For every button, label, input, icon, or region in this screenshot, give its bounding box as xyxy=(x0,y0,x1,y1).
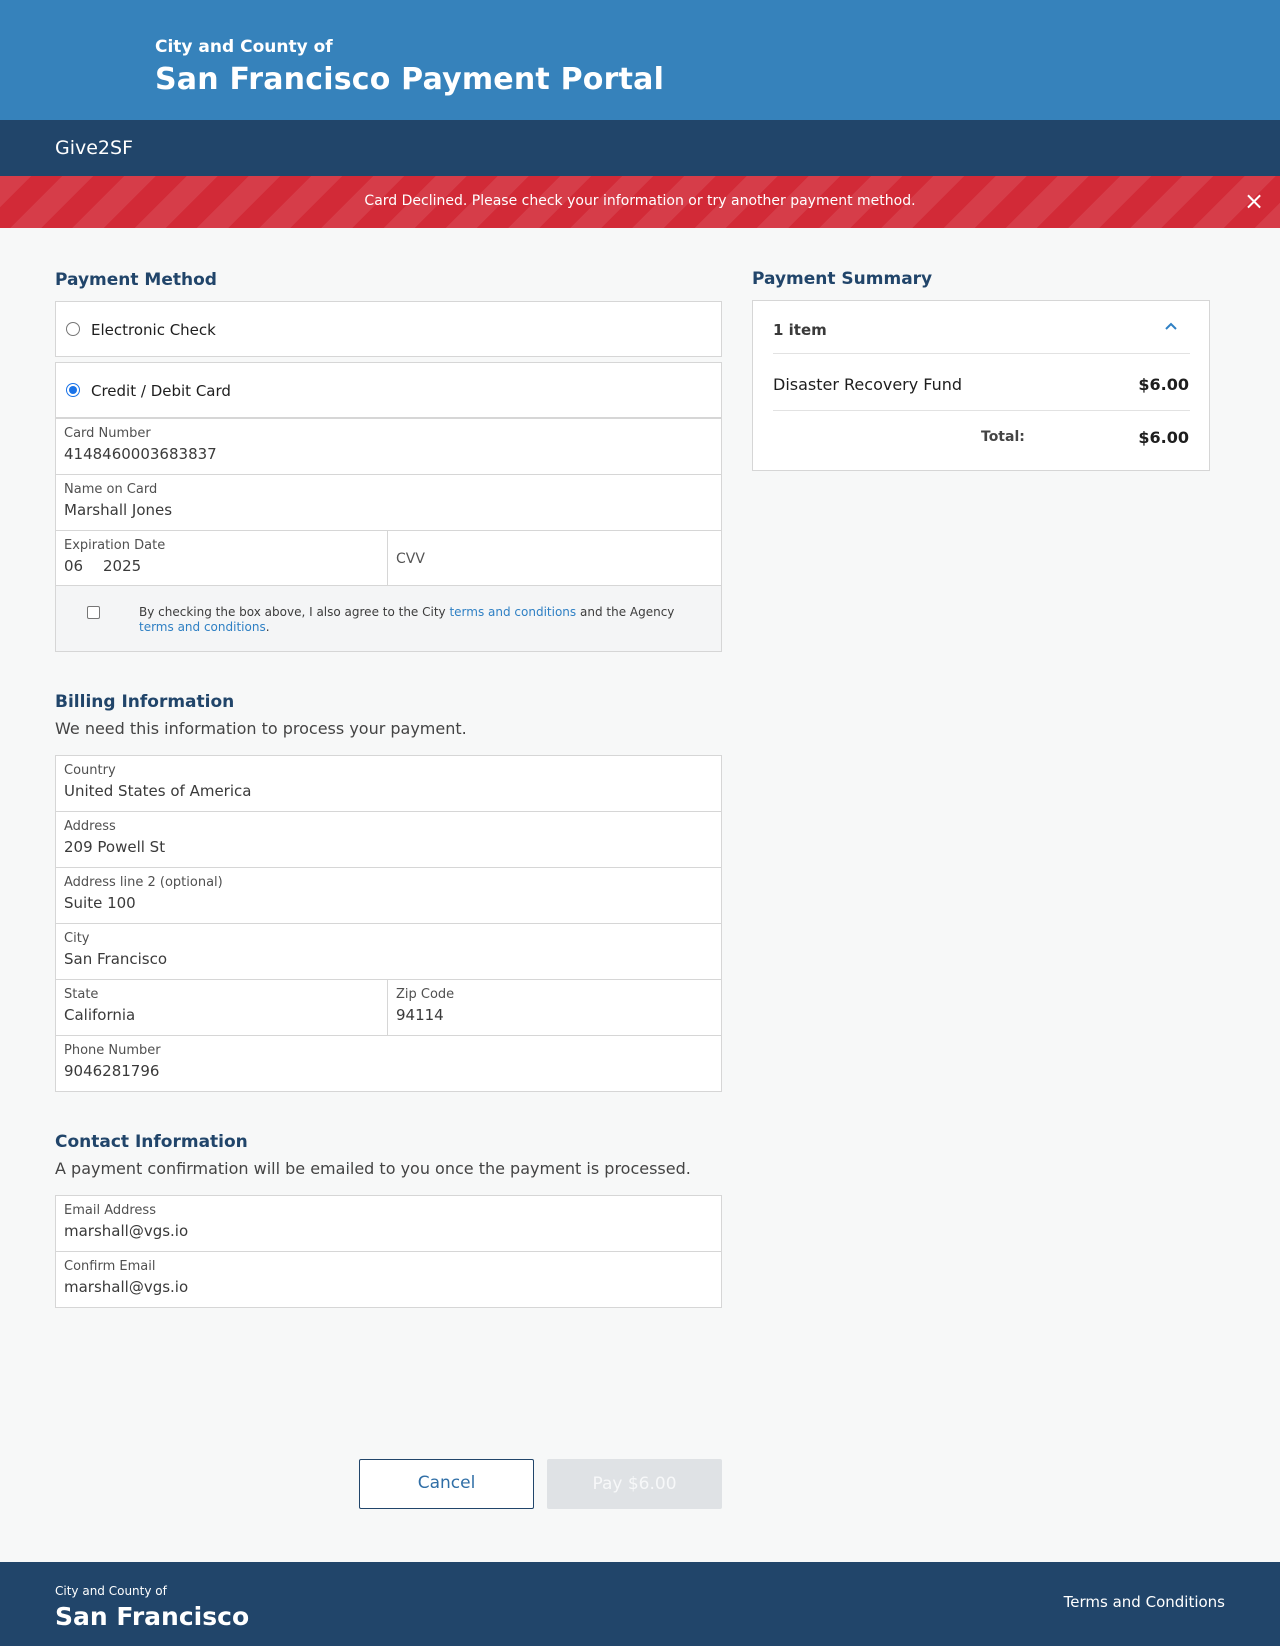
cvv-field[interactable]: CVV xyxy=(387,530,722,586)
city-terms-link[interactable]: terms and conditions xyxy=(449,605,576,619)
phone-number-field[interactable]: Phone Number 9046281796 xyxy=(55,1035,722,1092)
card-number-value[interactable]: 4148460003683837 xyxy=(64,445,217,463)
terms-suffix: . xyxy=(265,620,270,634)
expiration-year[interactable]: 2025 xyxy=(103,557,141,575)
city-value[interactable]: San Francisco xyxy=(64,950,167,968)
email-value[interactable]: marshall@vgs.io xyxy=(64,1222,188,1240)
address-value[interactable]: 209 Powell St xyxy=(64,838,165,856)
portal-header: City and County of San Francisco Payment… xyxy=(0,0,1280,120)
field-label: Address xyxy=(64,819,116,834)
terms-agreement: By checking the box above, I also agree … xyxy=(55,585,722,652)
header-subtitle: City and County of xyxy=(155,37,333,57)
footer: City and County of San Francisco Terms a… xyxy=(0,1562,1280,1646)
alert-message: Card Declined. Please check your informa… xyxy=(364,193,916,209)
expiration-month[interactable]: 06 xyxy=(64,557,83,575)
terms-middle: and the Agency xyxy=(576,605,675,619)
confirm-email-value[interactable]: marshall@vgs.io xyxy=(64,1278,188,1296)
state-value[interactable]: California xyxy=(64,1006,135,1024)
field-label: Email Address xyxy=(64,1203,156,1218)
confirm-email-field[interactable]: Confirm Email marshall@vgs.io xyxy=(55,1251,722,1308)
summary-divider xyxy=(773,353,1190,354)
pay-button[interactable]: Pay $6.00 xyxy=(547,1459,722,1509)
chevron-up-icon[interactable] xyxy=(1161,319,1181,339)
state-field[interactable]: State California xyxy=(55,979,388,1036)
option-credit-card[interactable]: Credit / Debit Card xyxy=(55,362,722,418)
field-label: Address line 2 (optional) xyxy=(64,875,223,890)
close-icon[interactable]: × xyxy=(1241,188,1267,214)
payment-summary-card: 1 item Disaster Recovery Fund $6.00 Tota… xyxy=(752,300,1210,471)
address-line2-value[interactable]: Suite 100 xyxy=(64,894,136,912)
phone-number-value[interactable]: 9046281796 xyxy=(64,1062,159,1080)
total-label: Total: xyxy=(981,429,1025,445)
header-title: San Francisco Payment Portal xyxy=(155,62,665,97)
field-label: Zip Code xyxy=(396,987,455,1002)
footer-subtitle: City and County of xyxy=(55,1584,167,1598)
name-on-card-field[interactable]: Name on Card Marshall Jones xyxy=(55,474,722,531)
terms-text: By checking the box above, I also agree … xyxy=(139,605,699,635)
field-label: Expiration Date xyxy=(64,538,166,553)
zip-code-value[interactable]: 94114 xyxy=(396,1006,444,1024)
footer-title: San Francisco xyxy=(55,1602,250,1631)
field-label: Country xyxy=(64,763,116,778)
contact-title: Contact Information xyxy=(55,1132,248,1152)
card-number-field[interactable]: Card Number 4148460003683837 xyxy=(55,418,722,475)
billing-title: Billing Information xyxy=(55,692,235,712)
field-label: City xyxy=(64,931,90,946)
option-label: Electronic Check xyxy=(91,321,216,339)
summary-item-amount: $6.00 xyxy=(1138,375,1189,394)
email-field[interactable]: Email Address marshall@vgs.io xyxy=(55,1195,722,1252)
radio-credit-card[interactable] xyxy=(66,383,80,397)
cancel-button[interactable]: Cancel xyxy=(359,1459,534,1509)
expiration-date-field[interactable]: Expiration Date 06 2025 xyxy=(55,530,388,586)
chevron-up-svg xyxy=(1165,322,1177,330)
error-alert: Card Declined. Please check your informa… xyxy=(0,176,1280,228)
city-field[interactable]: City San Francisco xyxy=(55,923,722,980)
brand-name[interactable]: Give2SF xyxy=(55,137,133,159)
summary-item-name: Disaster Recovery Fund xyxy=(773,375,963,394)
billing-description: We need this information to process your… xyxy=(55,719,467,738)
summary-divider xyxy=(773,410,1190,411)
contact-description: A payment confirmation will be emailed t… xyxy=(55,1159,691,1178)
nav-bar: Give2SF xyxy=(0,120,1280,176)
address-field[interactable]: Address 209 Powell St xyxy=(55,811,722,868)
payment-method-title: Payment Method xyxy=(55,270,217,290)
agency-terms-link[interactable]: terms and conditions xyxy=(139,620,266,634)
name-on-card-value[interactable]: Marshall Jones xyxy=(64,501,172,519)
field-label: Card Number xyxy=(64,426,151,441)
footer-terms-link[interactable]: Terms and Conditions xyxy=(1064,1593,1225,1611)
cvv-placeholder: CVV xyxy=(396,551,425,567)
address-line2-field[interactable]: Address line 2 (optional) Suite 100 xyxy=(55,867,722,924)
field-label: Confirm Email xyxy=(64,1259,156,1274)
payment-summary-title: Payment Summary xyxy=(752,269,933,289)
terms-prefix: By checking the box above, I also agree … xyxy=(139,605,450,619)
field-label: Name on Card xyxy=(64,482,158,497)
option-electronic-check[interactable]: Electronic Check xyxy=(55,301,722,357)
item-count: 1 item xyxy=(773,321,827,339)
radio-electronic-check[interactable] xyxy=(66,322,80,336)
field-label: Phone Number xyxy=(64,1043,161,1058)
total-amount: $6.00 xyxy=(1138,428,1189,447)
field-label: State xyxy=(64,987,99,1002)
zip-code-field[interactable]: Zip Code 94114 xyxy=(387,979,722,1036)
option-label: Credit / Debit Card xyxy=(91,382,231,400)
country-value[interactable]: United States of America xyxy=(64,782,251,800)
terms-checkbox[interactable] xyxy=(87,606,100,619)
country-field[interactable]: Country United States of America xyxy=(55,755,722,812)
